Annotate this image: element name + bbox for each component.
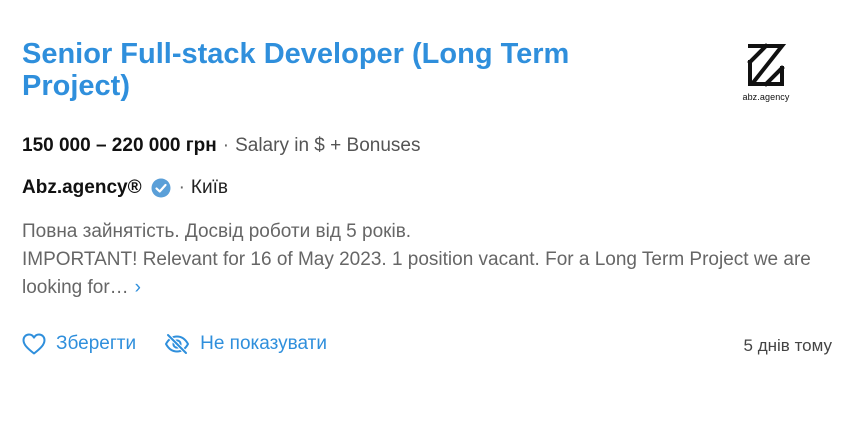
company-name-link[interactable]: Abz.agency® (22, 176, 142, 200)
posted-time: 5 днів тому (743, 336, 832, 355)
salary-range: 150 000 – 220 000 грн (22, 135, 217, 156)
company-separator: · (178, 177, 185, 198)
save-button-label: Зберегти (56, 333, 137, 354)
chevron-right-icon[interactable]: › (135, 274, 141, 302)
job-description: Повна зайнятість. Досвід роботи від 5 ро… (22, 218, 812, 302)
job-actions: Зберегти Не показувати (22, 332, 355, 356)
city-label: Київ (190, 177, 228, 198)
hide-button-label: Не показувати (200, 333, 327, 354)
company-logo[interactable]: abz.agency (735, 40, 797, 106)
company-logo-text: abz.agency (742, 92, 790, 102)
eye-off-icon (165, 333, 190, 355)
description-line-employment: Повна зайнятість. Досвід роботи від 5 ро… (22, 221, 412, 242)
abz-agency-logo-icon (747, 43, 787, 87)
hide-button[interactable]: Не показувати (164, 332, 327, 356)
heart-outline-icon (22, 333, 46, 355)
job-title-link[interactable]: Senior Full-stack Developer (Long Term P… (22, 38, 662, 102)
company-row: Abz.agency® · Київ (22, 176, 228, 200)
salary-note: Salary in $ + Bonuses (235, 135, 421, 156)
verified-badge-icon (151, 178, 171, 198)
description-line-summary: IMPORTANT! Relevant for 16 of May 2023. … (22, 246, 812, 302)
job-card: Senior Full-stack Developer (Long Term P… (0, 0, 860, 436)
salary-row: 150 000 – 220 000 грн · Salary in $ + Bonu… (22, 134, 420, 158)
salary-separator: · (222, 135, 230, 156)
save-button[interactable]: Зберегти (22, 332, 136, 356)
